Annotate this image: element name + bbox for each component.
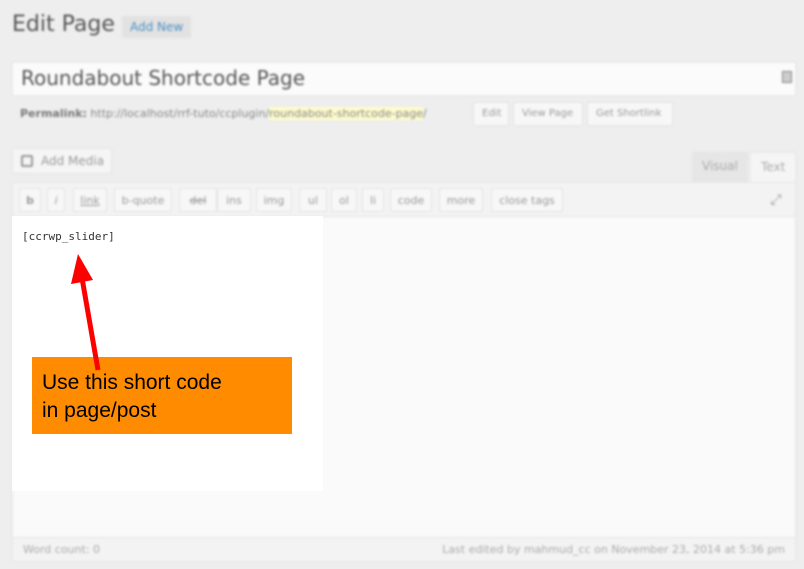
form-field-icon	[782, 71, 792, 83]
tab-visual[interactable]: Visual	[692, 152, 748, 182]
quicktag-link[interactable]: link	[73, 188, 107, 212]
quicktag-del[interactable]: del	[179, 188, 217, 212]
view-page-button[interactable]: View Page	[513, 102, 583, 126]
quicktag-ol[interactable]: ol	[331, 188, 357, 212]
quicktag-code[interactable]: code	[390, 188, 432, 212]
quicktag-close-tags[interactable]: close tags	[491, 188, 563, 212]
permalink-trailing: /	[423, 107, 427, 120]
editor-textarea[interactable]	[12, 216, 323, 491]
status-bar: Word count: 0 Last edited by mahmud_cc o…	[12, 538, 796, 562]
shortcode-text: [ccrwp_slider]	[22, 230, 115, 243]
quicktag-li[interactable]: li	[362, 188, 384, 212]
media-icon	[21, 155, 33, 167]
quicktags-toolbar: b i link b-quote del ins img ul ol li co…	[12, 182, 796, 217]
tab-text[interactable]: Text	[750, 152, 796, 182]
quicktag-ul[interactable]: ul	[299, 188, 327, 212]
permalink-label: Permalink:	[20, 107, 87, 120]
add-new-button[interactable]: Add New	[122, 16, 192, 38]
get-shortlink-button[interactable]: Get Shortlink	[587, 102, 673, 126]
callout-line-2: in page/post	[42, 399, 157, 422]
permalink: Permalink: http://localhost/rrf-tuto/ccp…	[20, 107, 427, 120]
page-title: Edit Page	[12, 12, 115, 37]
add-media-label: Add Media	[41, 154, 105, 168]
edit-permalink-button[interactable]: Edit	[473, 102, 509, 126]
fullscreen-icon[interactable]: ⤢	[767, 191, 785, 209]
callout-line-1: Use this short code	[42, 371, 222, 394]
quicktag-blockquote[interactable]: b-quote	[114, 188, 172, 212]
last-edited: Last edited by mahmud_cc on November 23,…	[442, 543, 785, 556]
quicktag-italic[interactable]: i	[47, 188, 65, 212]
post-title-input[interactable]: Roundabout Shortcode Page	[12, 62, 796, 96]
quicktag-more[interactable]: more	[439, 188, 483, 212]
permalink-slug[interactable]: roundabout-shortcode-page	[269, 107, 424, 120]
quicktag-ins[interactable]: ins	[217, 188, 251, 212]
permalink-base: http://localhost/rrf-tuto/ccplugin/	[90, 107, 270, 120]
quicktag-img[interactable]: img	[256, 188, 292, 212]
add-media-button[interactable]: Add Media	[12, 148, 112, 174]
word-count: Word count: 0	[23, 543, 101, 556]
annotation-callout: Use this short code in page/post	[32, 357, 292, 434]
quicktag-bold[interactable]: b	[19, 188, 41, 212]
